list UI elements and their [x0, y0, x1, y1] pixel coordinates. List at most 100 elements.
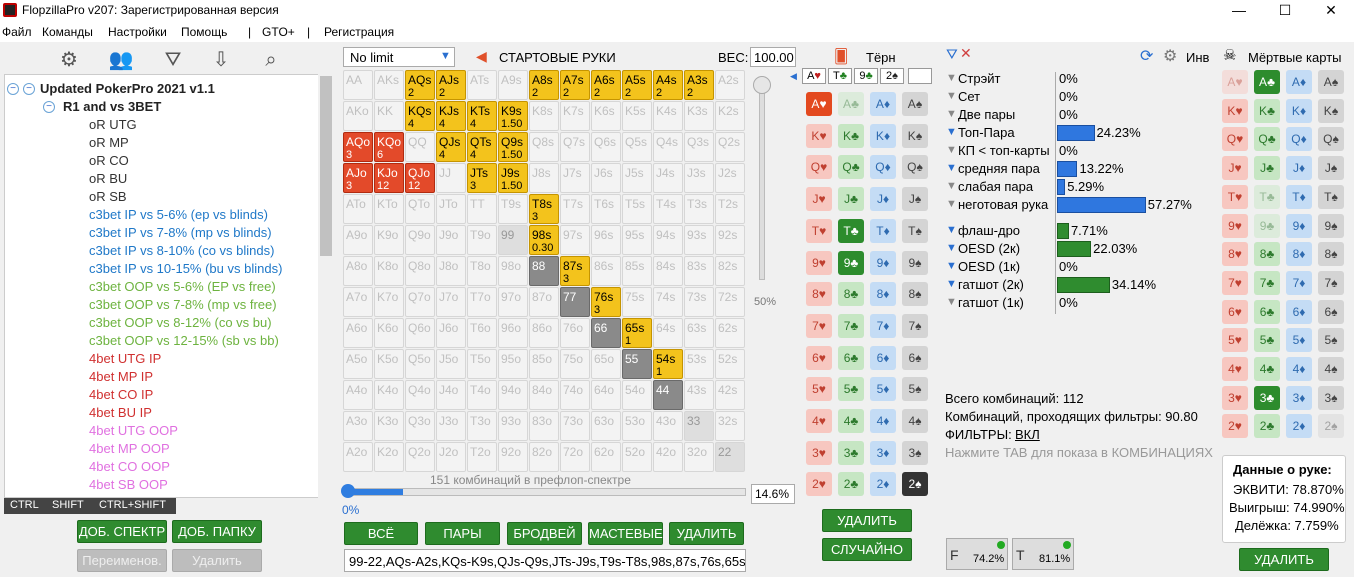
hand-cell[interactable]: Q7s [560, 132, 590, 162]
hand-cell[interactable]: 95o [498, 349, 528, 379]
hand-cell[interactable]: 33 [684, 411, 714, 441]
hand-cell[interactable]: 32s [715, 411, 745, 441]
hand-cell[interactable]: T2s [715, 194, 745, 224]
card-2d[interactable]: 2♦ [870, 472, 896, 497]
invert-label[interactable]: Инв [1186, 50, 1209, 65]
hand-cell[interactable]: 62s [715, 318, 745, 348]
card-Qd[interactable]: Q♦ [870, 155, 896, 180]
hand-cell[interactable]: 64o [591, 380, 621, 410]
card-7s[interactable]: 7♠ [902, 313, 928, 338]
hand-cell[interactable]: Q2s [715, 132, 745, 162]
hand-cell[interactable]: 63o [591, 411, 621, 441]
hand-cell[interactable]: 92o [498, 442, 528, 472]
card-As[interactable]: A♠ [1318, 70, 1344, 94]
card-2d[interactable]: 2♦ [1286, 414, 1312, 439]
filter-funnel-icon[interactable]: ▼ [946, 224, 957, 236]
hand-cell[interactable]: T7o [467, 287, 497, 317]
hand-cell[interactable]: 72o [560, 442, 590, 472]
hand-cell[interactable]: 85s [622, 256, 652, 286]
hand-cell[interactable]: 77 [560, 287, 590, 317]
hand-cell[interactable]: K5o [374, 349, 404, 379]
card-2h[interactable]: 2♥ [1222, 414, 1248, 439]
card-2s[interactable]: 2♠ [902, 472, 928, 497]
add-folder-button[interactable]: ДОБ. ПАПКУ [172, 520, 262, 543]
card-3s[interactable]: 3♠ [1318, 385, 1344, 410]
card-3c[interactable]: 3♣ [838, 440, 864, 465]
hand-cell[interactable]: A8s 2 [529, 70, 559, 100]
hand-cell[interactable]: 76s 3 [591, 287, 621, 317]
filter-funnel-icon[interactable]: ▼ [946, 180, 957, 192]
board-card[interactable]: 9♣ [854, 68, 878, 84]
hand-cell[interactable]: 97s [560, 225, 590, 255]
hand-cell[interactable]: 64s [653, 318, 683, 348]
card-7h[interactable]: 7♥ [1222, 270, 1248, 295]
hand-cell[interactable]: Q6o [405, 318, 435, 348]
card-4d[interactable]: 4♦ [870, 409, 896, 433]
hand-cell[interactable]: T8s 3 [529, 194, 559, 224]
hand-cell[interactable]: 93s [684, 225, 714, 255]
menu-help[interactable]: Помощь [181, 25, 227, 39]
card-4s[interactable]: 4♠ [902, 409, 928, 433]
hand-cell[interactable]: A4s 2 [653, 70, 683, 100]
hand-cell[interactable]: T4o [467, 380, 497, 410]
card-3s[interactable]: 3♠ [902, 440, 928, 465]
tree-item[interactable]: c3bet OOP vs 7-8% (mp vs free) [89, 297, 277, 312]
hand-cell[interactable]: ATs [467, 70, 497, 100]
hand-cell[interactable]: QTo [405, 194, 435, 224]
filter-funnel-icon[interactable]: ▼ [946, 72, 957, 84]
card-3d[interactable]: 3♦ [870, 440, 896, 465]
clear-range-button[interactable]: УДАЛИТЬ [669, 522, 744, 545]
hand-cell[interactable]: 43o [653, 411, 683, 441]
hand-cell[interactable]: 83o [529, 411, 559, 441]
hand-cell[interactable]: KJs 4 [436, 101, 466, 131]
tree-item[interactable]: 4bet UTG OOP [89, 423, 178, 438]
hand-cell[interactable]: JTs 3 [467, 163, 497, 193]
card-6c[interactable]: 6♣ [1254, 299, 1280, 324]
card-Qc[interactable]: Q♣ [838, 155, 864, 180]
card-Kc[interactable]: K♣ [838, 123, 864, 148]
filter-label[interactable]: гатшот (1к) [958, 295, 1024, 311]
card-5s[interactable]: 5♠ [902, 377, 928, 402]
hand-cell[interactable]: 87o [529, 287, 559, 317]
card-8s[interactable]: 8♠ [902, 282, 928, 307]
hand-cell[interactable]: 94s [653, 225, 683, 255]
hand-cell[interactable]: KTo [374, 194, 404, 224]
hand-cell[interactable]: T3s [684, 194, 714, 224]
filter-funnel-icon[interactable]: ▼ [946, 144, 957, 156]
tree-item[interactable]: 4bet BU IP [89, 405, 152, 420]
hand-cell[interactable]: A6s 2 [591, 70, 621, 100]
hand-cell[interactable]: 54s 1 [653, 349, 683, 379]
hand-cell[interactable]: 65o [591, 349, 621, 379]
hand-cell[interactable]: T5s [622, 194, 652, 224]
hand-cell[interactable]: A2s [715, 70, 745, 100]
hand-cell[interactable]: KK [374, 101, 404, 131]
refresh-icon[interactable]: ⟳ [1140, 46, 1153, 66]
filter-funnel-icon[interactable]: ▼ [946, 198, 957, 210]
weight-slider-track[interactable] [759, 86, 765, 280]
card-Ac[interactable]: A♣ [838, 92, 864, 116]
hand-cell[interactable]: J6s [591, 163, 621, 193]
hand-cell[interactable]: ATo [343, 194, 373, 224]
tree-item[interactable]: oR UTG [89, 117, 137, 132]
board-random-button[interactable]: СЛУЧАЙНО [822, 538, 912, 561]
hand-cell[interactable]: 75s [622, 287, 652, 317]
filter-label[interactable]: слабая пара [958, 179, 1033, 195]
delete-button[interactable]: Удалить [172, 549, 262, 572]
hand-cell[interactable]: JTo [436, 194, 466, 224]
users-icon[interactable]: 👥 [108, 47, 134, 73]
tree-item[interactable]: c3bet IP vs 5-6% (ep vs blinds) [89, 207, 268, 222]
hand-cell[interactable]: K9o [374, 225, 404, 255]
hand-cell[interactable]: 84s [653, 256, 683, 286]
filter-funnel-icon[interactable]: ▼ [946, 296, 957, 308]
card-Jc[interactable]: J♣ [1254, 156, 1280, 181]
filter-funnel-icon[interactable]: ▼ [946, 162, 957, 174]
hand-cell[interactable]: 52s [715, 349, 745, 379]
hand-cell[interactable]: 86s [591, 256, 621, 286]
hand-cell[interactable]: KJo 12 [374, 163, 404, 193]
tree-item[interactable]: 4bet CO OOP [89, 459, 170, 474]
card-Ac[interactable]: A♣ [1254, 70, 1280, 94]
hand-cell[interactable]: T7s [560, 194, 590, 224]
hand-cell[interactable]: T4s [653, 194, 683, 224]
hand-cell[interactable]: AQs 2 [405, 70, 435, 100]
hand-cell[interactable]: T3o [467, 411, 497, 441]
